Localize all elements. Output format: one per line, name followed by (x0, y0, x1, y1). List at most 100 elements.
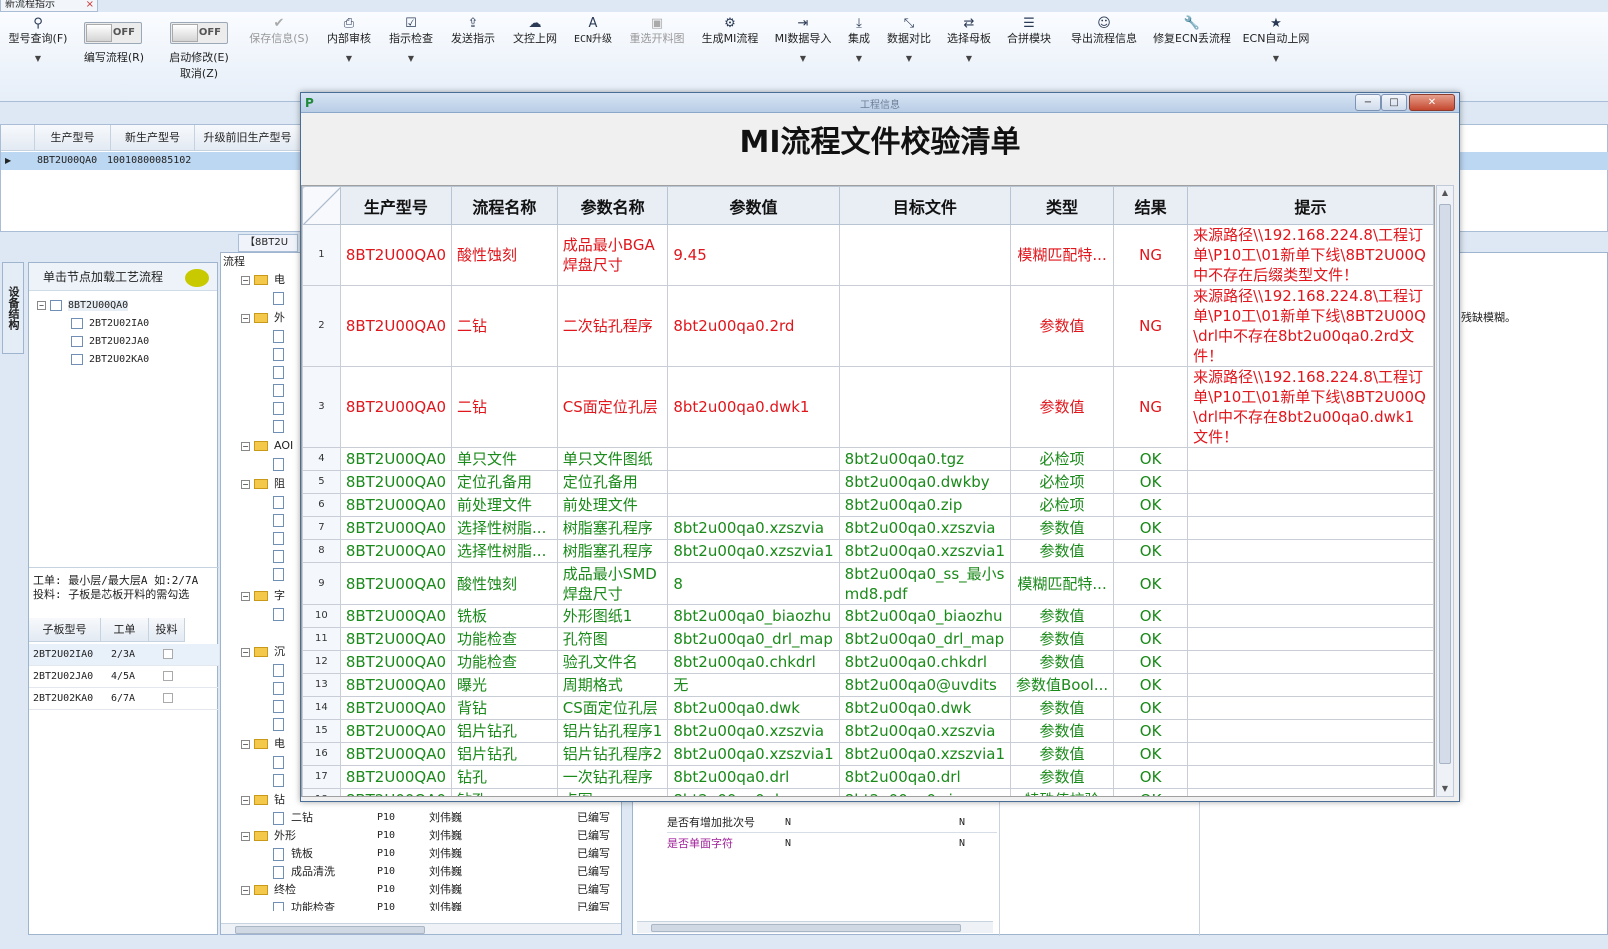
tree-leaf[interactable] (273, 605, 284, 623)
flow-row[interactable]: − 终检 P10 刘伟巍 已编写 (241, 881, 621, 899)
send-instruction-button[interactable]: ⇪ 发送指示 (446, 16, 500, 46)
tree-leaf[interactable] (273, 493, 284, 511)
mi-import-button[interactable]: ⇥ MI数据导入 ▼ (770, 16, 836, 66)
upload-web-button[interactable]: ☁ 文控上网 (508, 16, 562, 46)
export-flow-button[interactable]: ☺ 导出流程信息 (1064, 16, 1144, 46)
table-row[interactable]: 11 8BT2U00QA0 功能检查 孔符图 8bt2u00qa0_drl_map 8bt… (302, 627, 1434, 651)
tree-leaf[interactable] (273, 327, 284, 345)
tree-leaf[interactable] (273, 679, 284, 697)
horizontal-scrollbar[interactable] (221, 923, 621, 934)
collapse-icon[interactable]: − (241, 479, 250, 489)
column-header[interactable]: 参数名称 (556, 186, 669, 225)
table-row[interactable]: 188BT2U00QA0钻孔点图8bt2u00qa0.d8bt2u00qa0.z… (302, 788, 1434, 796)
tree-folder[interactable]: − 电 (241, 271, 285, 289)
table-row[interactable]: 2BT2U02IA0 2/3A (29, 644, 219, 666)
model-query-button[interactable]: ⚲ 型号查询(F) ▼ (4, 16, 72, 66)
tree-leaf[interactable] (273, 565, 284, 583)
collapse-icon[interactable]: − (241, 885, 250, 895)
collapse-icon[interactable]: − (241, 441, 250, 451)
scroll-thumb[interactable] (235, 926, 425, 934)
collapse-icon[interactable]: − (241, 831, 250, 841)
collapse-icon[interactable]: − (241, 647, 250, 657)
column-header[interactable]: 子板型号 (29, 618, 101, 642)
flow-row[interactable]: 成品清洗 P10 刘伟巍 已编写 (273, 863, 621, 881)
vertical-scrollbar[interactable]: ▲ ▼ (1436, 185, 1454, 797)
table-row[interactable]: 4 8BT2U00QA0 单只文件 单只文件图纸 8bt2u00qa0.tgz 必检项 OK (302, 447, 1434, 471)
equipment-structure-tab[interactable]: 设备结构 (2, 262, 24, 354)
gen-mi-flow-button[interactable]: ⚙ 生成MI流程 (698, 16, 762, 46)
tree-folder[interactable]: − 阻 (241, 475, 285, 493)
checkbox[interactable] (71, 353, 83, 365)
flow-row[interactable]: 功能检查 P10 刘伟巍 已编写 (273, 899, 621, 911)
table-row[interactable]: 10 8BT2U00QA0 铣板 外形图纸1 8bt2u00qa0_biaozhu 8bt… (302, 604, 1434, 628)
tree-leaf[interactable] (273, 771, 284, 789)
feed-checkbox[interactable] (163, 693, 173, 703)
column-header[interactable]: 参数值 (667, 186, 840, 225)
collapse-icon[interactable]: − (241, 313, 250, 323)
internal-review-button[interactable]: ⎙ 内部审核 ▼ (322, 16, 376, 66)
column-header[interactable]: 结果 (1113, 186, 1189, 225)
checkbox[interactable] (50, 299, 62, 311)
table-row[interactable]: 2 8BT2U00QA0 二钻 二次钻孔程序 8bt2u00qa0.2rd 参数值 NG 来源… (302, 285, 1434, 367)
data-compare-button[interactable]: ⤡ 数据对比 ▼ (882, 16, 936, 66)
table-row[interactable]: 是否单面字符 N N (667, 834, 997, 854)
column-header[interactable]: 投料 (149, 618, 185, 642)
column-header[interactable]: 提示 (1187, 186, 1434, 225)
table-row[interactable]: 14 8BT2U00QA0 背钻 CS面定位孔层 8bt2u00qa0.dwk 8bt2u… (302, 696, 1434, 720)
column-header[interactable]: 生产型号 (35, 125, 111, 151)
horizontal-scrollbar[interactable] (637, 921, 993, 933)
table-row[interactable]: 1 8BT2U00QA0 酸性蚀刻 成品最小BGA焊盘尺寸 9.45 模糊匹配特... NG… (302, 224, 1434, 286)
window-tab[interactable]: 新流程指示 × (0, 0, 98, 12)
tree-leaf[interactable] (273, 715, 284, 733)
table-row[interactable]: 8 8BT2U00QA0 选择性树脂... 树脂塞孔程序 8bt2u00qa0.xzsz… (302, 539, 1434, 563)
table-row[interactable]: 2BT2U02JA0 4/5A (29, 666, 219, 688)
tree-item[interactable]: 2BT2U02JA0 (71, 333, 149, 351)
instruction-check-button[interactable]: ☑ 指示检查 ▼ (384, 16, 438, 66)
table-row[interactable]: 13 8BT2U00QA0 曝光 周期格式无 8bt2u00qa0@uvdits 参数值B… (302, 673, 1434, 697)
tree-leaf[interactable] (273, 753, 284, 771)
tree-leaf[interactable] (273, 345, 284, 363)
table-row[interactable]: 9 8BT2U00QA0 酸性蚀刻 成品最小SMD焊盘尺寸 8 8bt2u00qa0_ss… (302, 562, 1434, 605)
table-row[interactable]: 6 8BT2U00QA0 前处理文件 前处理文件 8bt2u00qa0.zip 必检项 OK (302, 493, 1434, 517)
column-header[interactable]: 工单 (101, 618, 149, 642)
tree-leaf[interactable] (273, 455, 284, 473)
tree-item[interactable]: 2BT2U02IA0 (71, 315, 149, 333)
tree-leaf[interactable] (273, 289, 284, 307)
tree-leaf[interactable] (273, 661, 284, 679)
maximize-button[interactable]: □ (1381, 94, 1407, 111)
collapse-icon[interactable]: − (241, 275, 250, 285)
reselect-chart-button[interactable]: ▣ 重选开料图 (624, 16, 690, 46)
tree-folder[interactable]: − 电 (241, 735, 285, 753)
table-row[interactable]: 5 8BT2U00QA0 定位孔备用 定位孔备用 8bt2u00qa0.dwkby 必检项… (302, 470, 1434, 494)
tree-leaf[interactable] (273, 529, 284, 547)
ecn-auto-button[interactable]: ★ ECN自动上网 ▼ (1240, 16, 1312, 66)
tree-item[interactable]: 2BT2U02KA0 (71, 351, 149, 369)
collapse-icon[interactable]: − (241, 591, 250, 601)
column-header[interactable]: 流程名称 (451, 186, 558, 225)
checkbox[interactable] (71, 335, 83, 347)
tree-folder[interactable]: − AOI (241, 437, 293, 455)
flow-row[interactable]: 铣板 P10 刘伟巍 已编写 (273, 845, 621, 863)
ecn-upgrade-button[interactable]: A ECN升级 (568, 16, 618, 47)
write-flow-toggle[interactable]: OFF (84, 22, 142, 44)
column-header[interactable]: 类型 (1009, 186, 1115, 225)
tree-leaf[interactable] (273, 547, 284, 565)
feed-checkbox[interactable] (163, 671, 173, 681)
checkbox[interactable] (71, 317, 83, 329)
table-row[interactable]: 2BT2U02KA0 6/7A (29, 688, 219, 710)
select-mother-button[interactable]: ⇄ 选择母板 ▼ (942, 16, 996, 66)
fix-ecn-button[interactable]: 🔧 修复ECN丢流程 (1150, 16, 1234, 46)
flow-row[interactable]: 二钻 P10 刘伟巍 已编写 (273, 809, 621, 827)
flow-row[interactable]: − 外形 P10 刘伟巍 已编写 (241, 827, 621, 845)
tree-folder[interactable]: − 外 (241, 309, 285, 327)
column-header[interactable]: 新生产型号 (111, 125, 195, 151)
scroll-down-icon[interactable]: ▼ (1437, 782, 1453, 796)
table-row[interactable]: 16 8BT2U00QA0 铝片钻孔 铝片钻孔程序2 8bt2u00qa0.xzszvi… (302, 742, 1434, 766)
table-row[interactable]: 15 8BT2U00QA0 铝片钻孔 铝片钻孔程序1 8bt2u00qa0.xzszvi… (302, 719, 1434, 743)
scroll-up-icon[interactable]: ▲ (1437, 186, 1453, 200)
scroll-thumb[interactable] (651, 924, 961, 932)
tree-folder[interactable]: − 钻 (241, 791, 285, 809)
tree-leaf[interactable] (273, 363, 284, 381)
save-info-button[interactable]: ✔ 保存信息(S) (244, 16, 314, 46)
integrate-button[interactable]: ⤓ 集成 ▼ (842, 16, 876, 66)
